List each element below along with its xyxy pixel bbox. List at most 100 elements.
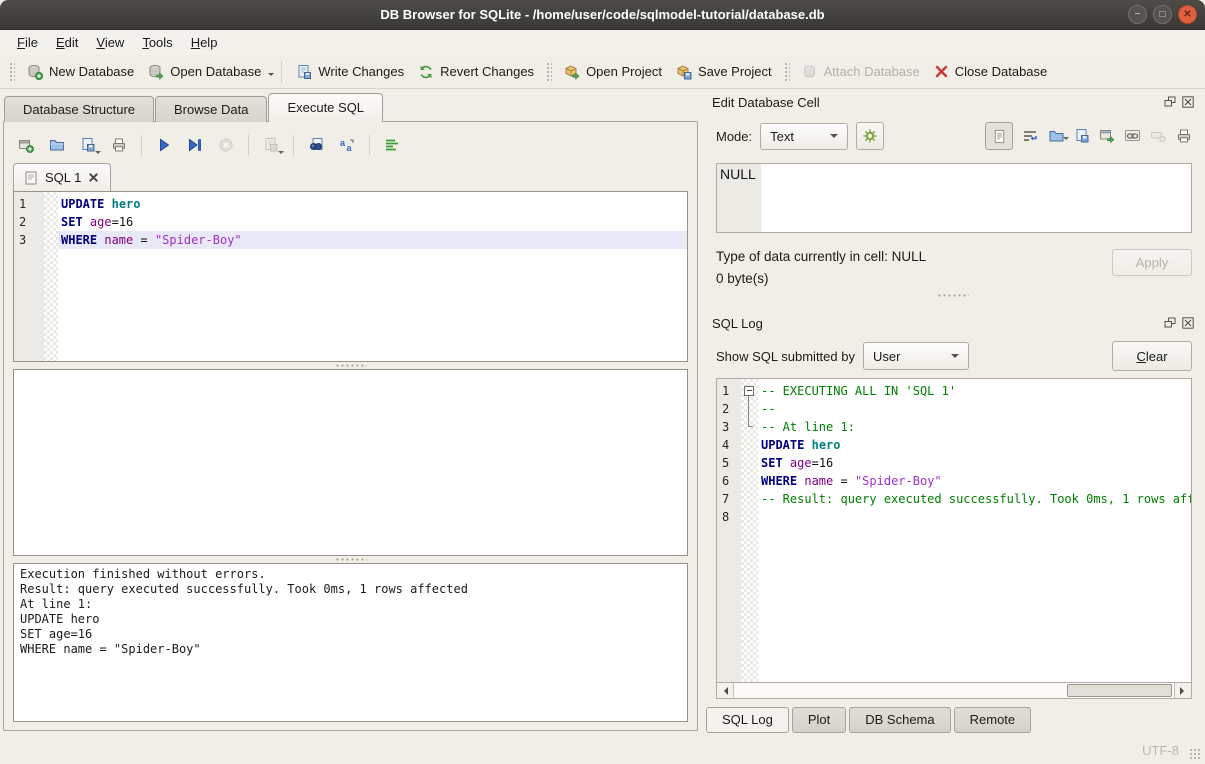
revert-changes-icon (418, 64, 434, 80)
toolbar-separator (293, 135, 294, 155)
print-sql-button[interactable] (106, 132, 132, 158)
write-changes-button[interactable]: Write Changes (289, 59, 411, 85)
database-attach-icon (802, 64, 818, 80)
minimize-button[interactable]: − (1128, 5, 1147, 24)
code-line: 6WHERE name = "Spider-Boy" (717, 472, 1191, 490)
new-database-button[interactable]: New Database (20, 59, 141, 85)
open-project-button[interactable]: Open Project (557, 59, 669, 85)
tab-execute-sql[interactable]: Execute SQL (268, 93, 383, 122)
menu-item-edit[interactable]: Edit (47, 32, 87, 53)
close-database-button[interactable]: Close Database (927, 59, 1055, 84)
close-dock-button[interactable] (1181, 96, 1195, 109)
code-line: 2SET age=16 (14, 213, 687, 231)
close-dock-button[interactable] (1181, 317, 1195, 330)
open-database-button[interactable]: Open Database (141, 59, 268, 85)
cell-value-editor[interactable]: NULL (716, 163, 1192, 233)
dock-title: Edit Database Cell (712, 95, 1159, 110)
find-replace-button[interactable]: aa (334, 132, 360, 158)
maximize-icon: □ (1159, 10, 1165, 20)
maximize-button[interactable]: □ (1153, 5, 1172, 24)
save-sql-file-button[interactable] (75, 132, 101, 158)
code-line: 4UPDATE hero (717, 436, 1191, 454)
import-dropdown-arrow-icon[interactable] (1063, 137, 1069, 143)
open-database-dropdown-arrow-icon[interactable] (268, 73, 274, 79)
dock-tab-bar: SQL Log Plot DB Schema Remote (706, 707, 1031, 733)
splitter-handle[interactable] (704, 292, 1201, 299)
resize-grip[interactable] (1189, 748, 1201, 760)
code-line: 2-- (717, 400, 1191, 418)
sql-tab-label: SQL 1 (45, 170, 81, 185)
toolbar-drag-handle[interactable] (784, 62, 790, 82)
dock-title: SQL Log (712, 316, 1159, 331)
sql-editor[interactable]: 1UPDATE hero2SET age=163WHERE name = "Sp… (13, 191, 688, 362)
save-project-button[interactable]: Save Project (669, 59, 779, 85)
sql-log-controls: Show SQL submitted by User Clear (716, 341, 1192, 371)
app-window: { "window": { "title": "DB Browser for S… (0, 0, 1205, 764)
menu-item-tools[interactable]: Tools (133, 32, 181, 53)
dock-tab-sql-log[interactable]: SQL Log (706, 707, 789, 733)
sql-tab[interactable]: SQL 1 (13, 163, 111, 191)
format-sql-button[interactable] (379, 132, 405, 158)
splitter-handle[interactable] (13, 556, 688, 563)
mode-select[interactable]: Text (760, 123, 848, 150)
open-in-window-icon[interactable] (1099, 128, 1115, 144)
svg-text:a: a (340, 138, 346, 148)
code-line: 8 (717, 508, 1191, 526)
link-icon[interactable] (1124, 128, 1141, 144)
scroll-right-button[interactable] (1174, 683, 1191, 698)
results-pane[interactable] (13, 369, 688, 556)
minimize-icon: − (1135, 10, 1141, 20)
arrow-right-icon (1180, 687, 1188, 695)
save-dropdown-arrow-icon[interactable] (95, 151, 101, 157)
code-line: 3WHERE name = "Spider-Boy" (14, 231, 687, 249)
close-button[interactable]: ✕ (1178, 5, 1197, 24)
float-icon (1164, 317, 1176, 329)
titlebar: DB Browser for SQLite - /home/user/code/… (0, 0, 1205, 30)
import-text-button[interactable] (1048, 128, 1065, 144)
open-sql-file-button[interactable] (44, 132, 70, 158)
execute-sql-panel: aa SQL 1 1UPDATE hero2SET age=163WHERE n… (3, 121, 698, 731)
find-button[interactable] (303, 132, 329, 158)
window-title: DB Browser for SQLite - /home/user/code/… (380, 7, 824, 22)
apply-button: Apply (1112, 249, 1192, 276)
revert-changes-button[interactable]: Revert Changes (411, 59, 541, 85)
dock-header: Edit Database Cell (704, 92, 1201, 112)
menu-item-view[interactable]: View (87, 32, 133, 53)
dock-tab-db-schema[interactable]: DB Schema (849, 707, 950, 733)
document-icon (992, 129, 1007, 144)
database-new-icon (27, 64, 43, 80)
submitter-select[interactable]: User (863, 342, 969, 370)
text-mode-button[interactable] (985, 122, 1013, 150)
word-wrap-icon[interactable] (1022, 128, 1039, 144)
tab-browse-data[interactable]: Browse Data (155, 96, 267, 122)
execute-all-button[interactable] (151, 132, 177, 158)
toolbar-drag-handle[interactable] (9, 62, 15, 82)
cell-type-info: Type of data currently in cell: NULL (716, 249, 926, 264)
menu-item-help[interactable]: Help (182, 32, 227, 53)
float-dock-button[interactable] (1163, 317, 1177, 330)
dock-tab-remote[interactable]: Remote (954, 707, 1032, 733)
encoding-label[interactable]: UTF-8 (1142, 743, 1179, 758)
clear-button[interactable]: Clear (1112, 341, 1192, 371)
save-project-icon (676, 64, 692, 80)
execute-current-line-button[interactable] (182, 132, 208, 158)
tab-database-structure[interactable]: Database Structure (4, 96, 154, 122)
print-cell-icon[interactable] (1176, 128, 1192, 144)
dock-tab-plot[interactable]: Plot (792, 707, 846, 733)
toolbar-drag-handle[interactable] (546, 62, 552, 82)
database-close-icon (934, 64, 949, 79)
scrollbar-thumb[interactable] (1067, 684, 1172, 697)
scroll-left-button[interactable] (717, 683, 734, 698)
menu-item-file[interactable]: File (8, 32, 47, 53)
sql-log-view[interactable]: 1-- EXECUTING ALL IN 'SQL 1'2--3-- At li… (716, 378, 1192, 699)
toolbar-separator (281, 61, 282, 83)
cell-settings-button[interactable] (856, 122, 884, 150)
export-file-icon[interactable] (1074, 128, 1090, 144)
close-tab-icon[interactable] (88, 172, 99, 183)
horizontal-scrollbar[interactable] (717, 682, 1191, 698)
float-dock-button[interactable] (1163, 96, 1177, 109)
main-toolbar: New Database Open Database Write Changes… (0, 55, 1205, 89)
save-results-icon (263, 137, 279, 153)
new-sql-tab-button[interactable] (13, 132, 39, 158)
splitter-handle[interactable] (13, 362, 688, 369)
